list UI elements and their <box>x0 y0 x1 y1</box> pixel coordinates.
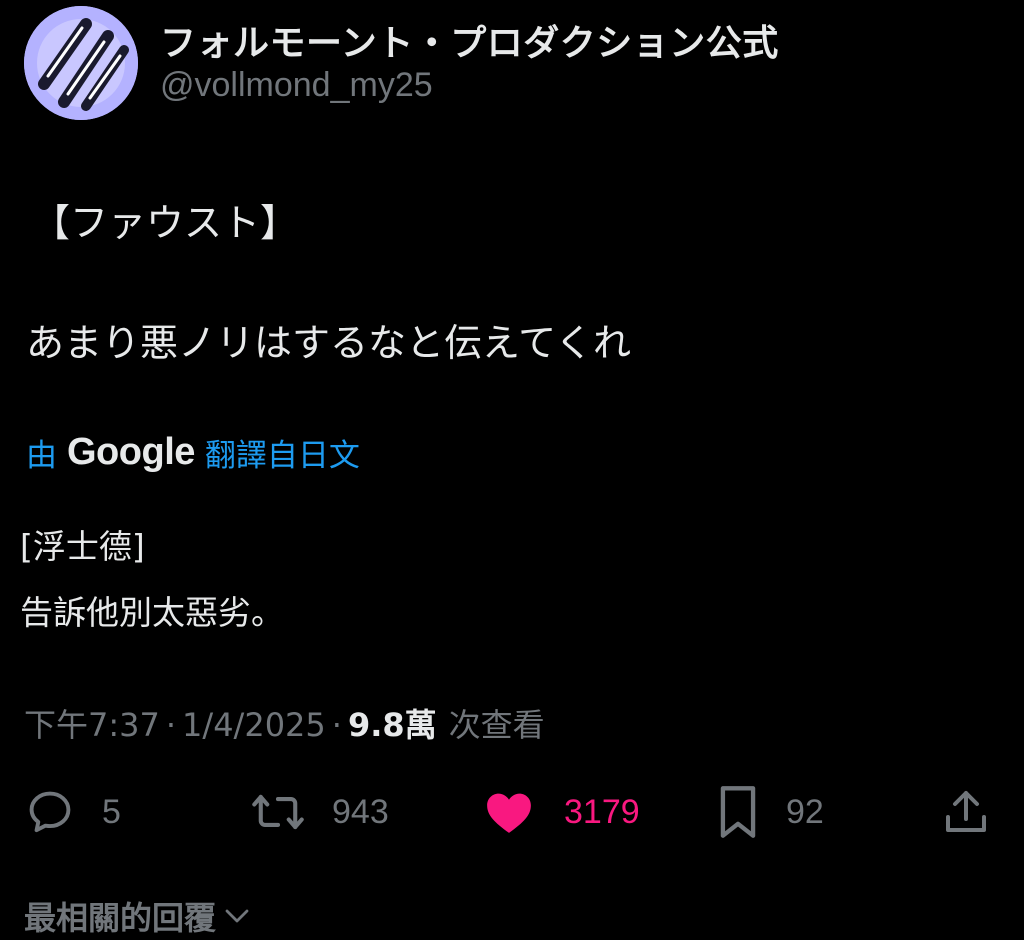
bookmark-button[interactable]: 92 <box>716 780 824 844</box>
tweet-meta: 下午7:37 · 1/4/2025 · 9.8萬 次查看 <box>24 700 545 746</box>
translation-source-label[interactable]: 翻譯自日文 <box>205 430 360 475</box>
repost-count: 943 <box>332 792 389 831</box>
avatar[interactable] <box>24 6 138 120</box>
reply-button[interactable]: 5 <box>24 780 121 844</box>
share-icon <box>946 791 986 832</box>
like-button[interactable]: 3179 <box>484 780 640 844</box>
replies-sort-dropdown[interactable]: 最相關的回覆 <box>24 893 252 939</box>
avatar-logo-icon <box>24 6 138 120</box>
share-button[interactable] <box>942 780 990 844</box>
repost-icon <box>252 794 304 830</box>
bookmark-icon <box>720 786 756 838</box>
reply-icon <box>29 791 71 833</box>
meta-separator: · <box>165 706 177 744</box>
reply-count: 5 <box>102 792 121 831</box>
tweet-time[interactable]: 下午7:37 <box>24 700 160 746</box>
views-label: 次查看 <box>448 706 545 744</box>
replies-sort-label: 最相關的回覆 <box>24 899 217 937</box>
google-logo: Google <box>67 431 195 473</box>
tweet-text-line: 【ファウスト】 <box>32 201 299 245</box>
author-display-name[interactable]: フォルモーント・プロダクション公式 <box>160 14 779 66</box>
like-count: 3179 <box>564 792 640 831</box>
views-count[interactable]: 9.8萬 <box>348 700 437 746</box>
repost-button[interactable]: 943 <box>250 780 389 844</box>
author-handle[interactable]: @vollmond_my25 <box>160 66 433 105</box>
tweet-date[interactable]: 1/4/2025 <box>182 706 326 744</box>
tweet-text-line: あまり悪ノリはするなと伝えてくれ <box>26 321 631 365</box>
action-bar: 5 943 3179 92 <box>0 780 1024 844</box>
translation-attribution[interactable]: 由 Google 翻譯自日文 <box>26 430 360 475</box>
bookmark-count: 92 <box>786 792 824 831</box>
chevron-down-icon <box>225 909 249 923</box>
translation-prefix: 由 <box>26 438 57 474</box>
translated-text-line: [浮士德] <box>20 527 145 566</box>
heart-icon <box>487 793 531 833</box>
meta-separator: · <box>331 706 342 744</box>
translated-text-line: 告訴他別太惡劣。 <box>20 593 284 632</box>
